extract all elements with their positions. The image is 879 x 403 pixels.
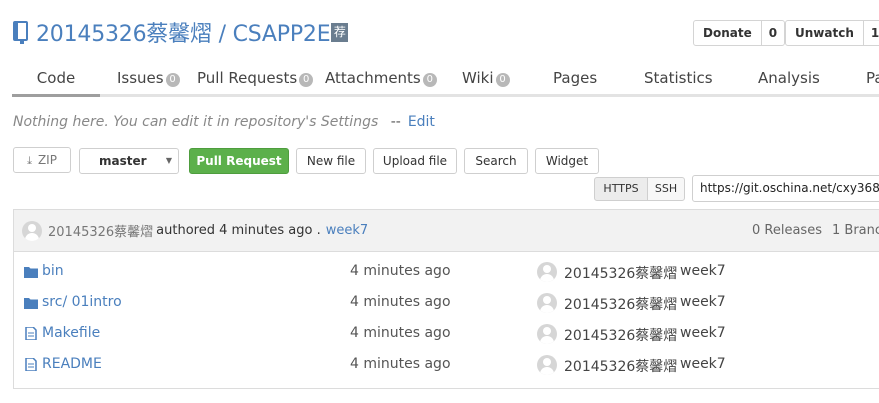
repo-tabs: Code Issues 0 Pull Requests 0 Attachments 0…	[12, 62, 879, 97]
avatar	[537, 293, 557, 313]
unwatch-count: 1	[862, 21, 879, 45]
tab-label: Attachments	[325, 69, 421, 87]
releases-link[interactable]: 0 Releases	[752, 223, 822, 238]
avatar	[537, 355, 557, 375]
file-time: 4 minutes ago	[350, 325, 451, 341]
description-text: Nothing here. You can edit it in reposit…	[13, 114, 379, 130]
tab-count: 0	[165, 73, 180, 87]
download-zip-button[interactable]: ⤓ ZIP	[13, 147, 71, 173]
caret-down-icon: ▼	[165, 156, 172, 165]
donate-count: 0	[760, 21, 784, 45]
tab-count: 0	[422, 73, 437, 87]
tab-analysis[interactable]: Analysis	[758, 62, 820, 97]
file-name-link[interactable]: src/ 01intro	[42, 294, 122, 310]
file-icon	[25, 358, 37, 371]
tab-label: Pull Requests	[197, 69, 298, 87]
unwatch-button[interactable]: Unwatch 1	[785, 20, 879, 46]
tab-count: 0	[495, 73, 510, 87]
file-row: src/ 01intro 4 minutes ago 20145326蔡馨熠 w…	[14, 287, 879, 318]
ssh-toggle[interactable]: SSH	[647, 177, 685, 201]
widget-button[interactable]: Widget	[535, 148, 599, 174]
upload-file-button[interactable]: Upload file	[373, 148, 457, 174]
tab-count: 0	[299, 73, 314, 87]
file-author: 20145326蔡馨熠	[564, 328, 678, 344]
latest-commit-bar: 20145326蔡馨熠 authored 4 minutes ago . wee…	[14, 210, 879, 252]
file-commit-message[interactable]: week7	[680, 294, 726, 310]
donate-button[interactable]: Donate 0	[693, 20, 786, 46]
description-dashes: --	[390, 114, 401, 130]
tab-label: Wiki	[462, 69, 494, 87]
file-commit-message[interactable]: week7	[680, 263, 726, 279]
zip-label: ZIP	[37, 153, 57, 167]
tab-label: Statistics	[644, 69, 713, 87]
repo-title[interactable]: 20145326蔡馨熠 / CSAPP2E	[36, 16, 331, 48]
recommend-badge: 荐	[331, 22, 349, 42]
https-toggle[interactable]: HTTPS	[594, 177, 648, 201]
clone-url-field[interactable]: https://git.oschina.net/cxy368	[692, 175, 879, 202]
branch-name: master	[99, 154, 147, 168]
edit-description-link[interactable]: Edit	[408, 114, 435, 130]
avatar	[537, 324, 557, 344]
commit-message-link[interactable]: week7	[326, 223, 368, 238]
search-button[interactable]: Search	[464, 148, 528, 174]
file-name-link[interactable]: Makefile	[42, 325, 100, 341]
file-name-link[interactable]: bin	[42, 263, 64, 279]
file-icon	[25, 327, 37, 340]
file-time: 4 minutes ago	[350, 263, 451, 279]
avatar	[537, 262, 557, 282]
file-time: 4 minutes ago	[350, 294, 451, 310]
folder-icon	[24, 298, 38, 309]
new-file-button[interactable]: New file	[296, 148, 366, 174]
tab-pull-requests[interactable]: Pull Requests 0	[197, 62, 314, 97]
unwatch-label: Unwatch	[795, 26, 854, 40]
tab-issues[interactable]: Issues 0	[117, 62, 180, 97]
file-name-link[interactable]: README	[42, 356, 102, 372]
file-author: 20145326蔡馨熠	[564, 297, 678, 313]
file-row: README 4 minutes ago 20145326蔡馨熠 week7	[14, 349, 879, 380]
file-commit-message[interactable]: week7	[680, 356, 726, 372]
file-row: bin 4 minutes ago 20145326蔡馨熠 week7	[14, 256, 879, 287]
commit-author[interactable]: 20145326蔡馨熠	[48, 221, 153, 240]
tab-label: Code	[36, 69, 76, 87]
book-icon	[13, 21, 28, 44]
tab-pages-truncated[interactable]: Pa	[866, 62, 879, 97]
tab-pages[interactable]: Pages	[553, 62, 597, 97]
tab-label: Analysis	[758, 69, 820, 87]
tab-label: Pages	[553, 69, 598, 87]
tab-attachments[interactable]: Attachments 0	[325, 62, 437, 97]
repo-header: 20145326蔡馨熠 / CSAPP2E 荐	[12, 14, 349, 50]
file-author: 20145326蔡馨熠	[564, 266, 678, 282]
pull-request-button[interactable]: Pull Request	[189, 148, 289, 174]
file-time: 4 minutes ago	[350, 356, 451, 372]
tab-wiki[interactable]: Wiki 0	[462, 62, 510, 97]
file-commit-message[interactable]: week7	[680, 325, 726, 341]
donate-label: Donate	[703, 26, 752, 40]
branch-selector[interactable]: master ▼	[79, 148, 179, 174]
tab-label: Issues	[117, 69, 164, 87]
file-panel: 20145326蔡馨熠 authored 4 minutes ago . wee…	[13, 209, 879, 389]
tab-statistics[interactable]: Statistics	[644, 62, 713, 97]
branches-link[interactable]: 1 Branch	[832, 223, 879, 238]
tab-label: Pa	[866, 69, 879, 87]
file-author: 20145326蔡馨熠	[564, 359, 678, 375]
repo-description: Nothing here. You can edit it in reposit…	[13, 114, 435, 130]
tab-code[interactable]: Code	[12, 62, 100, 97]
commit-time: authored 4 minutes ago .	[156, 223, 321, 238]
file-row: Makefile 4 minutes ago 20145326蔡馨熠 week7	[14, 318, 879, 349]
folder-icon	[24, 267, 38, 278]
avatar[interactable]	[22, 220, 42, 241]
download-icon: ⤓	[27, 154, 32, 167]
